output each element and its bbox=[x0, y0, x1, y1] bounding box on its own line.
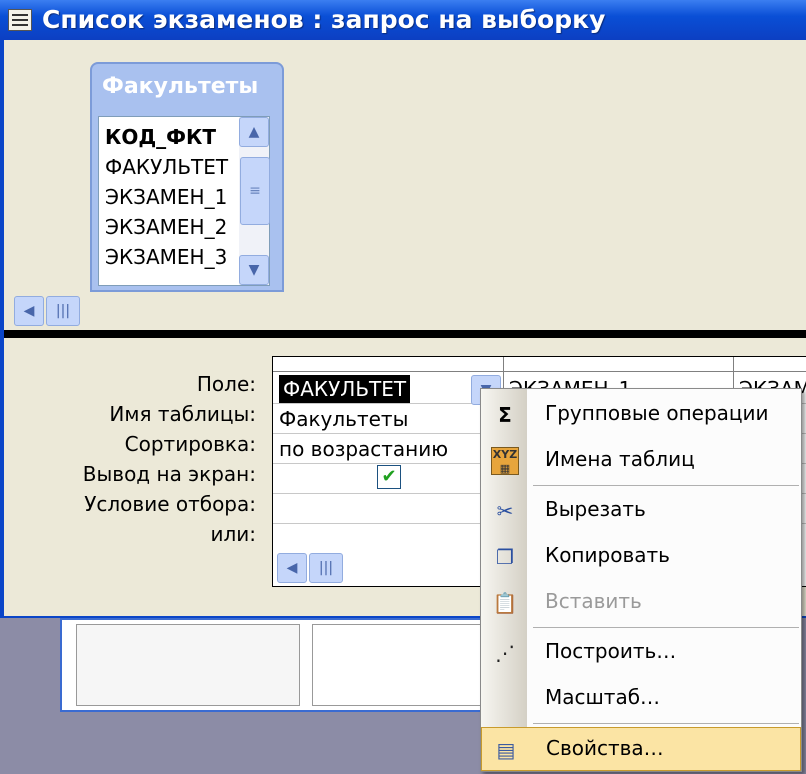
field-item[interactable]: ЭКЗАМЕН_1 bbox=[105, 185, 227, 209]
pane-splitter[interactable] bbox=[4, 330, 806, 338]
window-title: Список экзаменов : запрос на выборку bbox=[42, 5, 606, 34]
menu-item-table-names[interactable]: XYZ ▦ Имена таблиц bbox=[481, 439, 801, 483]
menu-separator bbox=[533, 485, 799, 486]
field-item[interactable]: КОД_ФКТ bbox=[105, 125, 216, 149]
menu-item-properties[interactable]: ▤ Свойства… bbox=[481, 727, 801, 771]
field-list-scrollbar[interactable]: ▲ ≡ ▼ bbox=[239, 117, 270, 285]
table-fieldlist-box[interactable]: Факультеты КОД_ФКТ ФАКУЛЬТЕТ ЭКЗАМЕН_1 Э… bbox=[90, 62, 284, 292]
table-title: Факультеты bbox=[102, 74, 259, 99]
context-menu: Σ Групповые операции XYZ ▦ Имена таблиц ✂… bbox=[480, 388, 802, 772]
field-item[interactable]: ЭКЗАМЕН_3 bbox=[105, 245, 227, 269]
background-panel bbox=[76, 624, 300, 706]
field-item[interactable]: ФАКУЛЬТЕТ bbox=[105, 155, 228, 179]
row-label-show: Вывод на экран: bbox=[82, 462, 256, 486]
menu-item-build[interactable]: ⋰ Построить… bbox=[481, 631, 801, 675]
menu-item-zoom[interactable]: Масштаб… bbox=[481, 677, 801, 721]
grid-header-line bbox=[273, 371, 806, 372]
scroll-thumb[interactable]: ||| bbox=[309, 553, 343, 583]
menu-item-cut[interactable]: ✂ Вырезать bbox=[481, 489, 801, 533]
menu-separator bbox=[533, 627, 799, 628]
field-cell-col1[interactable]: ФАКУЛЬТЕТ bbox=[279, 375, 411, 403]
table-pane-hscrollbar[interactable]: ◀ ||| bbox=[14, 296, 84, 328]
scroll-left-icon[interactable]: ◀ bbox=[14, 296, 44, 326]
scroll-thumb[interactable]: ≡ bbox=[240, 157, 270, 225]
title-bar[interactable]: Список экзаменов : запрос на выборку bbox=[0, 0, 806, 40]
grid-hscrollbar[interactable]: ◀ ||| bbox=[277, 553, 347, 583]
menu-separator bbox=[533, 723, 799, 724]
menu-item-totals[interactable]: Σ Групповые операции bbox=[481, 393, 801, 437]
build-wand-icon: ⋰ bbox=[495, 641, 515, 665]
paste-icon: 📋 bbox=[492, 591, 518, 615]
query-window-icon bbox=[8, 9, 32, 31]
scissors-icon: ✂ bbox=[496, 499, 514, 523]
properties-icon: ▤ bbox=[496, 738, 516, 762]
table-pane: Факультеты КОД_ФКТ ФАКУЛЬТЕТ ЭКЗАМЕН_1 Э… bbox=[6, 42, 806, 326]
scroll-up-icon[interactable]: ▲ bbox=[239, 117, 269, 147]
table-cell-col1[interactable]: Факультеты bbox=[279, 407, 408, 431]
scroll-thumb[interactable]: ||| bbox=[46, 296, 80, 326]
field-item[interactable]: ЭКЗАМЕН_2 bbox=[105, 215, 227, 239]
background-panel bbox=[312, 624, 494, 706]
row-label-sort: Сортировка: bbox=[124, 432, 256, 456]
field-list[interactable]: КОД_ФКТ ФАКУЛЬТЕТ ЭКЗАМЕН_1 ЭКЗАМЕН_2 ЭК… bbox=[98, 116, 270, 286]
scroll-down-icon[interactable]: ▼ bbox=[239, 255, 269, 285]
row-label-or: или: bbox=[210, 522, 256, 546]
copy-icon: ❐ bbox=[496, 545, 514, 569]
sigma-icon: Σ bbox=[498, 403, 512, 427]
sort-cell-col1[interactable]: по возрастанию bbox=[279, 437, 448, 461]
menu-item-paste[interactable]: 📋 Вставить bbox=[481, 581, 801, 625]
row-label-table: Имя таблицы: bbox=[109, 402, 256, 426]
background-window bbox=[60, 618, 494, 712]
row-label-criteria: Условие отбора: bbox=[84, 492, 256, 516]
row-label-field: Поле: bbox=[196, 372, 256, 396]
show-checkbox-col1[interactable]: ✔ bbox=[377, 465, 401, 489]
menu-item-copy[interactable]: ❐ Копировать bbox=[481, 535, 801, 579]
table-names-icon: XYZ ▦ bbox=[491, 447, 519, 475]
scroll-left-icon[interactable]: ◀ bbox=[277, 553, 307, 583]
